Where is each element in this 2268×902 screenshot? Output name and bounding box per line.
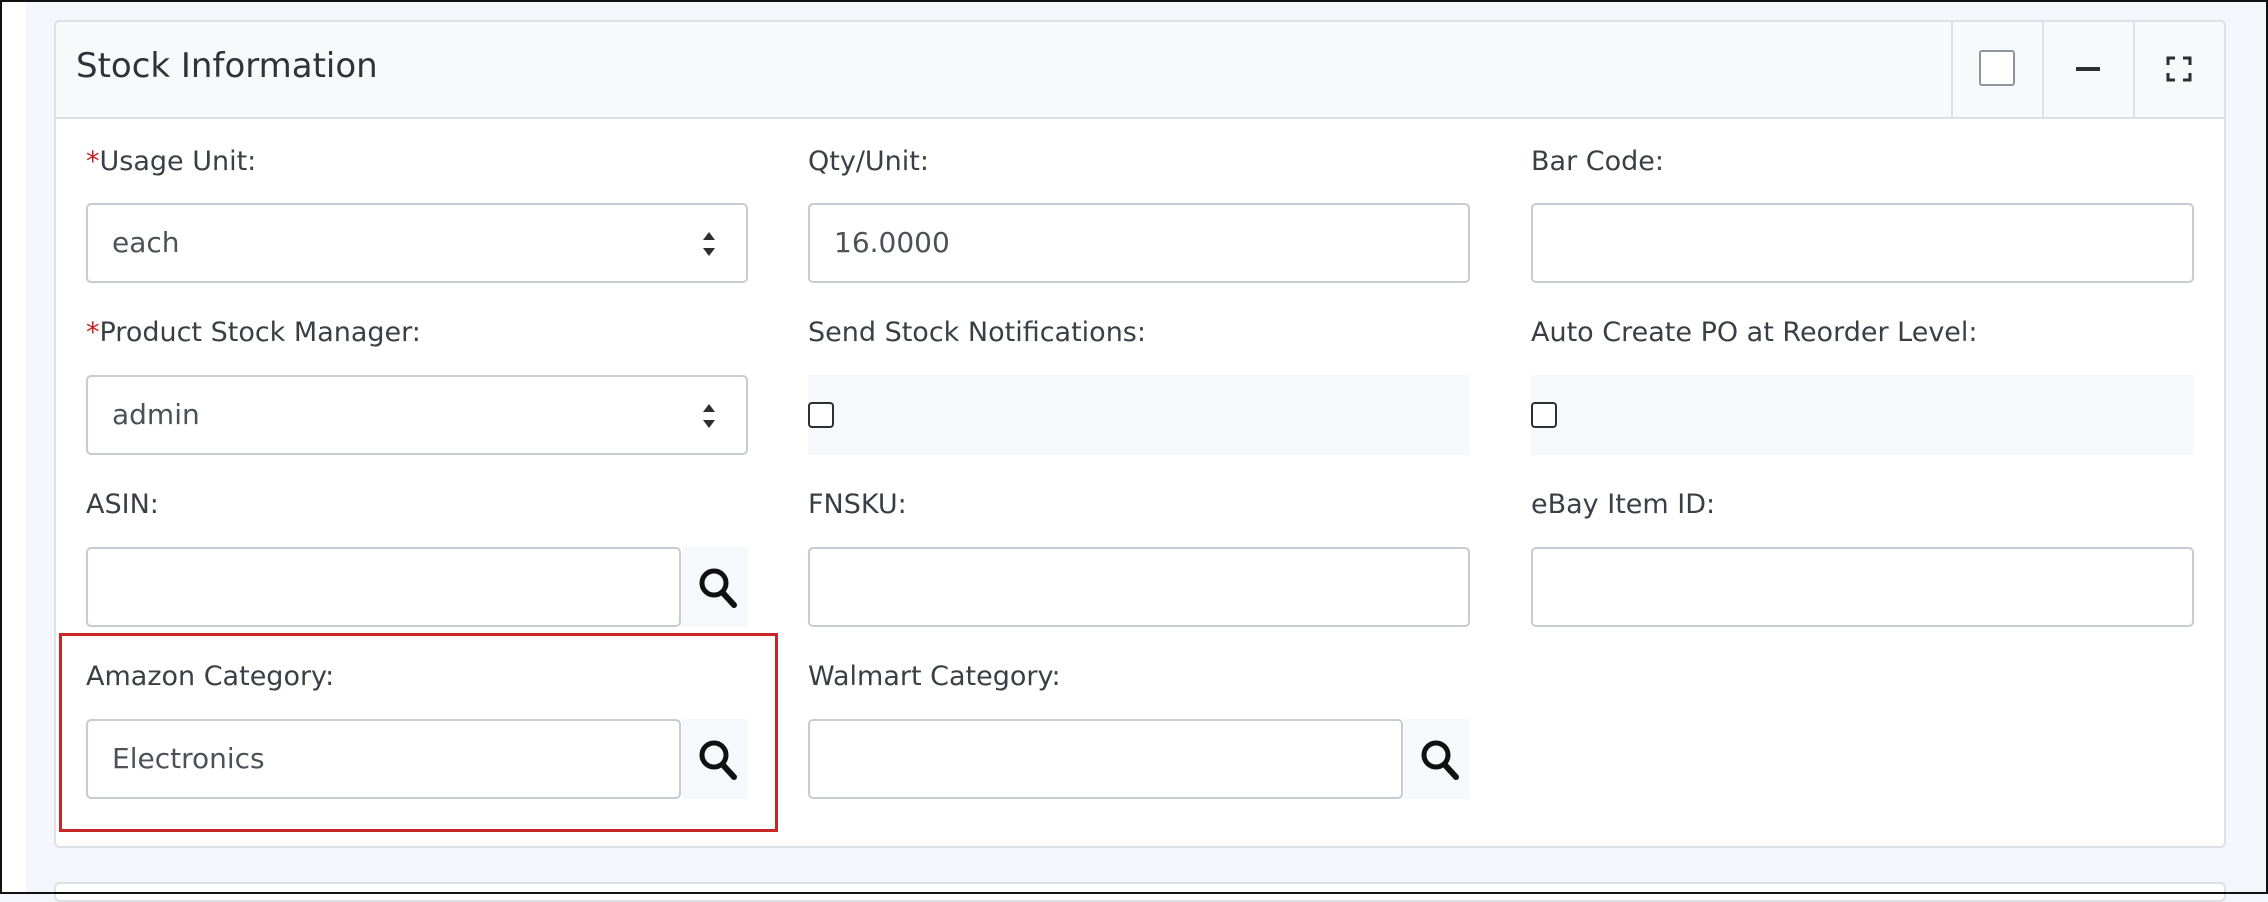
qty-unit-input[interactable]: 16.0000 — [808, 203, 1470, 283]
send-notifications-checkbox[interactable] — [808, 402, 834, 428]
panel-select-toggle-button[interactable] — [1951, 22, 2042, 117]
panel-fullscreen-button[interactable] — [2133, 22, 2224, 117]
next-panel-edge — [54, 882, 2226, 902]
asin-input[interactable] — [86, 547, 681, 627]
amazon-category-highlight-box — [59, 633, 778, 832]
panel-title: Stock Information — [76, 46, 378, 86]
walmart-category-search-button[interactable] — [1404, 719, 1470, 799]
auto-po-label: Auto Create PO at Reorder Level: — [1531, 317, 1978, 348]
bar-code-label: Bar Code: — [1531, 146, 1664, 177]
minimize-icon — [2076, 67, 2100, 71]
usage-unit-label-text: Usage Unit: — [99, 146, 257, 177]
select-arrows-icon — [703, 404, 715, 428]
panel-header: Stock Information — [56, 22, 2224, 119]
page-left-margin — [2, 2, 26, 892]
qty-unit-value: 16.0000 — [834, 226, 950, 259]
walmart-category-input[interactable] — [808, 719, 1403, 799]
checkbox-outline-icon — [1979, 50, 2015, 86]
stock-manager-label: *Product Stock Manager: — [86, 317, 421, 348]
stock-manager-label-text: Product Stock Manager: — [99, 317, 421, 348]
usage-unit-value: each — [112, 226, 180, 259]
asin-label: ASIN: — [86, 489, 159, 520]
search-icon — [1421, 740, 1459, 780]
asin-search-button[interactable] — [682, 547, 748, 627]
fnsku-input[interactable] — [808, 547, 1470, 627]
required-marker: * — [86, 317, 100, 348]
walmart-category-label: Walmart Category: — [808, 661, 1061, 692]
fullscreen-icon — [2166, 56, 2192, 82]
qty-unit-label: Qty/Unit: — [808, 146, 929, 177]
ebay-item-id-input[interactable] — [1531, 547, 2194, 627]
send-notifications-area — [808, 375, 1470, 455]
usage-unit-label: *Usage Unit: — [86, 146, 256, 177]
auto-po-area — [1531, 375, 2194, 455]
send-notifications-label: Send Stock Notifications: — [808, 317, 1146, 348]
usage-unit-select[interactable]: each — [86, 203, 748, 283]
ebay-item-id-label: eBay Item ID: — [1531, 489, 1716, 520]
stock-manager-value: admin — [112, 398, 200, 431]
fnsku-label: FNSKU: — [808, 489, 907, 520]
stock-manager-select[interactable]: admin — [86, 375, 748, 455]
bar-code-input[interactable] — [1531, 203, 2194, 283]
required-marker: * — [86, 146, 100, 177]
auto-po-checkbox[interactable] — [1531, 402, 1557, 428]
search-icon — [699, 568, 737, 608]
panel-collapse-button[interactable] — [2042, 22, 2133, 117]
select-arrows-icon — [703, 232, 715, 256]
